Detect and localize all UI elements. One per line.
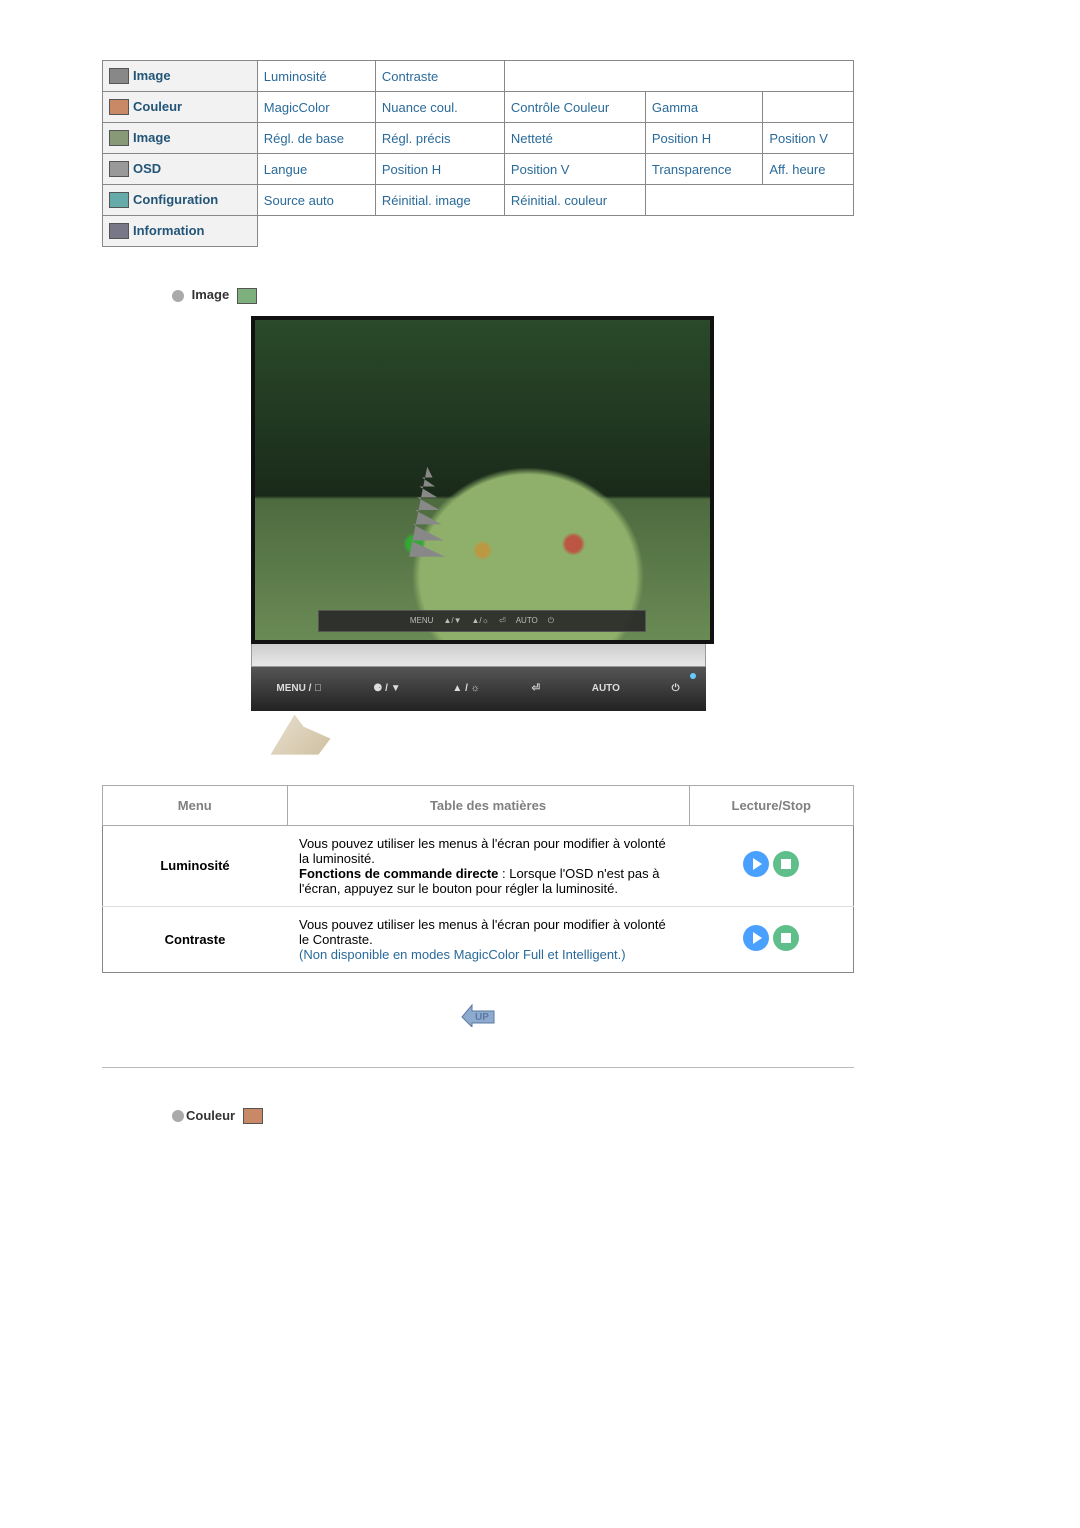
- nav-empty: [504, 61, 853, 92]
- image-icon: [237, 288, 257, 304]
- auto-button[interactable]: AUTO: [592, 683, 620, 694]
- play-button[interactable]: [743, 851, 769, 877]
- bullet-icon: [172, 1110, 184, 1122]
- picture-icon: [109, 130, 129, 146]
- nav-cell[interactable]: Luminosité: [257, 61, 375, 92]
- nav-cell[interactable]: Position V: [763, 123, 854, 154]
- row-menu-label: Contraste: [103, 906, 288, 972]
- bullet-icon: [172, 290, 184, 302]
- scroll-up-button[interactable]: UP: [456, 997, 500, 1027]
- color-icon: [109, 99, 129, 115]
- monitor-button-bar: MENU / ⃞ ⚈ / ▼ ▲ / ☼ ⏎ AUTO ⏻: [251, 667, 706, 711]
- description-table: Menu Table des matières Lecture/Stop Lum…: [102, 785, 854, 973]
- play-button[interactable]: [743, 925, 769, 951]
- stop-button[interactable]: [773, 851, 799, 877]
- info-icon: [109, 223, 129, 239]
- osd-label: AUTO: [516, 616, 538, 625]
- nav-cell[interactable]: MagicColor: [257, 92, 375, 123]
- nav-empty: [645, 185, 853, 216]
- monitor-illustration: MENU ▲/▼ ▲/☼ ⏎ AUTO ⏻ MENU / ⃞ ⚈ / ▼ ▲ /…: [251, 316, 706, 755]
- monitor-screen: MENU ▲/▼ ▲/☼ ⏎ AUTO ⏻: [251, 316, 714, 644]
- image-icon: [109, 68, 129, 84]
- table-row: Luminosité Vous pouvez utiliser les menu…: [103, 825, 854, 906]
- power-button[interactable]: ⏻: [672, 683, 680, 694]
- row-description: Vous pouvez utiliser les menus à l'écran…: [287, 906, 689, 972]
- osd-label: MENU: [410, 616, 434, 625]
- nav-cell[interactable]: Position V: [504, 154, 645, 185]
- monitor-bezel: [251, 644, 706, 667]
- up-label: UP: [475, 1012, 489, 1023]
- enter-button[interactable]: ⏎: [532, 683, 540, 694]
- section-title-label: Image: [192, 287, 230, 302]
- down-button[interactable]: ⚈ / ▼: [373, 683, 400, 694]
- section-divider: [102, 1067, 854, 1068]
- col-header-toc: Table des matières: [287, 785, 689, 825]
- nav-cell[interactable]: Nuance coul.: [375, 92, 504, 123]
- desc-note: (Non disponible en modes MagicColor Full…: [299, 947, 626, 962]
- section-title-image: Image: [172, 287, 854, 304]
- desc-text: Vous pouvez utiliser les menus à l'écran…: [299, 836, 666, 866]
- col-header-ls: Lecture/Stop: [689, 785, 854, 825]
- nav-empty: [763, 92, 854, 123]
- col-header-menu: Menu: [103, 785, 288, 825]
- osd-label: ▲/▼: [443, 616, 461, 625]
- nav-cell[interactable]: Position H: [645, 123, 762, 154]
- color-icon: [243, 1108, 263, 1124]
- nav-cell[interactable]: Langue: [257, 154, 375, 185]
- up-brightness-button[interactable]: ▲ / ☼: [452, 683, 479, 694]
- stop-button[interactable]: [773, 925, 799, 951]
- osd-bar: MENU ▲/▼ ▲/☼ ⏎ AUTO ⏻: [318, 610, 646, 632]
- osd-label: ▲/☼: [472, 616, 489, 625]
- row-controls: [689, 825, 854, 906]
- nav-header-image2[interactable]: Image: [103, 123, 258, 154]
- nav-cell[interactable]: Aff. heure: [763, 154, 854, 185]
- osd-label: ⏻: [548, 616, 554, 626]
- nav-header-information[interactable]: Information: [103, 216, 258, 247]
- menu-nav-table: Image Luminosité Contraste Couleur Magic…: [102, 60, 854, 247]
- hand-pointer-icon: [271, 715, 331, 755]
- nav-cell[interactable]: Contrôle Couleur: [504, 92, 645, 123]
- nav-cell[interactable]: Réinitial. couleur: [504, 185, 645, 216]
- nav-empty: [257, 216, 853, 247]
- nav-cell[interactable]: Netteté: [504, 123, 645, 154]
- nav-cell[interactable]: Réinitial. image: [375, 185, 504, 216]
- config-icon: [109, 192, 129, 208]
- row-description: Vous pouvez utiliser les menus à l'écran…: [287, 825, 689, 906]
- nav-cell[interactable]: Régl. précis: [375, 123, 504, 154]
- desc-text: Vous pouvez utiliser les menus à l'écran…: [299, 917, 666, 947]
- table-row: Contraste Vous pouvez utiliser les menus…: [103, 906, 854, 972]
- nav-cell[interactable]: Régl. de base: [257, 123, 375, 154]
- nav-header-config[interactable]: Configuration: [103, 185, 258, 216]
- osd-label: ⏎: [499, 616, 506, 625]
- power-led-icon: [690, 673, 696, 679]
- osd-icon: [109, 161, 129, 177]
- nav-cell[interactable]: Position H: [375, 154, 504, 185]
- row-menu-label: Luminosité: [103, 825, 288, 906]
- section-title-couleur: Couleur: [172, 1108, 854, 1125]
- screen-sample-image: [255, 320, 710, 640]
- nav-cell[interactable]: Transparence: [645, 154, 762, 185]
- nav-header-image[interactable]: Image: [103, 61, 258, 92]
- section-title-label: Couleur: [186, 1108, 235, 1123]
- nav-header-couleur[interactable]: Couleur: [103, 92, 258, 123]
- menu-button[interactable]: MENU / ⃞: [276, 683, 321, 694]
- nav-header-osd[interactable]: OSD: [103, 154, 258, 185]
- row-controls: [689, 906, 854, 972]
- desc-bold: Fonctions de commande directe: [299, 866, 498, 881]
- nav-cell[interactable]: Contraste: [375, 61, 504, 92]
- nav-cell[interactable]: Gamma: [645, 92, 762, 123]
- nav-cell[interactable]: Source auto: [257, 185, 375, 216]
